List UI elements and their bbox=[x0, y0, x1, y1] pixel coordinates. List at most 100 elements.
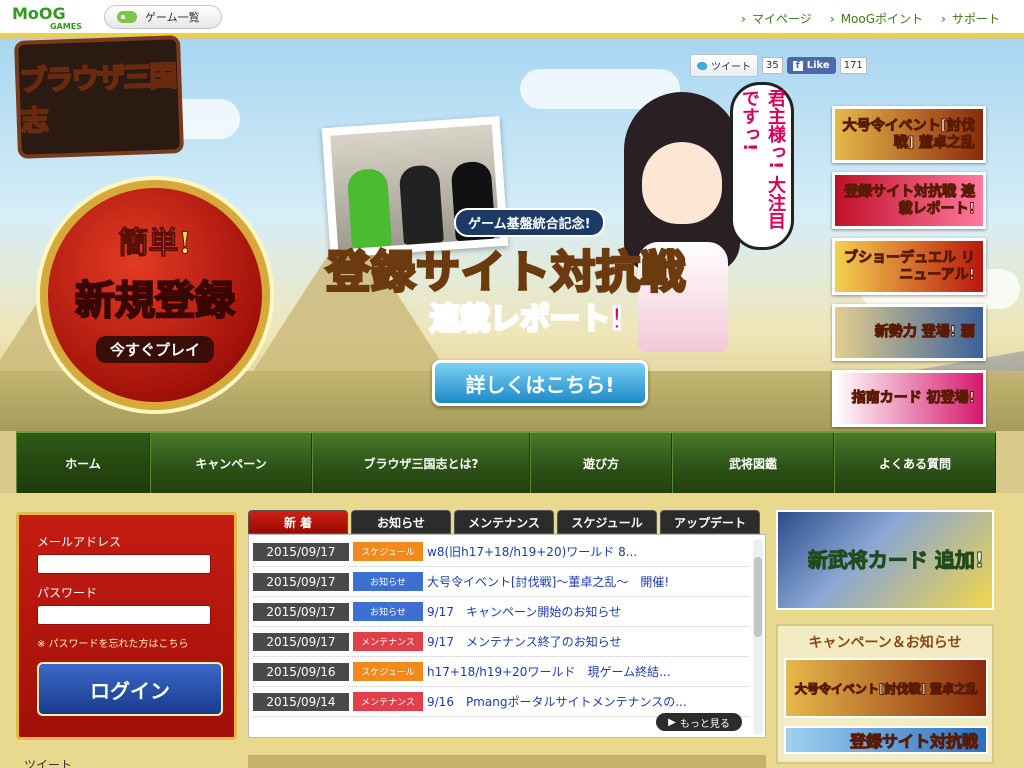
twitter-bird-icon bbox=[697, 61, 707, 70]
tab-update[interactable]: アップデート bbox=[660, 510, 760, 534]
banner-text: 登録サイト対抗戦 連載レポート! bbox=[844, 183, 976, 217]
news-category: メンテナンス bbox=[353, 692, 423, 711]
news-list: 2015/09/17 スケジュール w8(旧h17+18/h19+20)ワールド… bbox=[248, 534, 766, 738]
password-label: パスワード bbox=[37, 586, 98, 600]
facebook-like-button[interactable]: f Like bbox=[786, 57, 836, 74]
person bbox=[398, 164, 444, 245]
news-title[interactable]: 9/17 キャンペーン開始のお知らせ bbox=[427, 603, 747, 620]
moog-logo[interactable]: MoOG GAMES bbox=[12, 4, 86, 32]
mypage-link[interactable]: › マイページ bbox=[741, 10, 812, 27]
news-row[interactable]: 2015/09/17 お知らせ 大号令イベント[討伐戦]〜董卓之乱〜 開催! bbox=[253, 567, 749, 597]
news-row[interactable]: 2015/09/17 メンテナンス 9/17 メンテナンス終了のお知らせ bbox=[253, 627, 749, 657]
gamepad-icon bbox=[117, 11, 137, 23]
news-title[interactable]: w8(旧h17+18/h19+20)ワールド 8... bbox=[427, 543, 747, 560]
news-date: 2015/09/17 bbox=[253, 602, 349, 621]
banner-guide-card[interactable]: 指南カード 初登場! bbox=[832, 370, 986, 427]
campaign-banner-dongzhuo[interactable]: 大号令イベント[討伐戦] 董卓之乱 bbox=[784, 658, 988, 718]
support-link[interactable]: › サポート bbox=[941, 10, 1000, 27]
tweet-count: 35 bbox=[762, 57, 783, 74]
tab-schedule[interactable]: スケジュール bbox=[557, 510, 657, 534]
news-title[interactable]: 大号令イベント[討伐戦]〜董卓之乱〜 開催! bbox=[427, 573, 747, 590]
nav-how-to-play[interactable]: 遊び方 bbox=[530, 433, 672, 493]
banner-text: ブショーデュエル リニューアル! bbox=[844, 249, 976, 283]
news-panel: 新 着 お知らせ メンテナンス スケジュール アップデート 2015/09/17… bbox=[248, 510, 766, 738]
banner-new-faction[interactable]: 新勢力 登場! 覇 bbox=[832, 304, 986, 361]
moog-point-label: MooGポイント bbox=[840, 12, 924, 26]
game-title-logo[interactable]: ブラウザ三国志 bbox=[13, 35, 185, 159]
top-bar: MoOG GAMES ゲーム一覧 › マイページ › MooGポイント › サポート bbox=[0, 0, 1024, 36]
news-date: 2015/09/17 bbox=[253, 542, 349, 561]
news-title[interactable]: 9/16 Pmangポータルサイトメンテナンスの... bbox=[427, 693, 747, 710]
email-field[interactable] bbox=[37, 554, 211, 574]
login-panel: メールアドレス パスワード ※ パスワードを忘れた方はこちら ログイン bbox=[16, 512, 237, 740]
character-face bbox=[642, 142, 722, 224]
moog-point-link[interactable]: › MooGポイント bbox=[830, 10, 923, 27]
moog-logo-sub: GAMES bbox=[50, 22, 82, 31]
login-button[interactable]: ログイン bbox=[37, 662, 223, 716]
tab-notice[interactable]: お知らせ bbox=[351, 510, 451, 534]
news-tabs: 新 着 お知らせ メンテナンス スケジュール アップデート bbox=[248, 510, 766, 534]
news-title[interactable]: 9/17 メンテナンス終了のお知らせ bbox=[427, 633, 747, 650]
banner-dongzhuo-event[interactable]: 大号令イベント[討伐戦] 董卓之乱 bbox=[832, 106, 986, 163]
mypage-label: マイページ bbox=[751, 12, 812, 26]
moog-logo-text: MoOG bbox=[12, 4, 66, 23]
news-row[interactable]: 2015/09/17 お知らせ 9/17 キャンペーン開始のお知らせ bbox=[253, 597, 749, 627]
nav-faq[interactable]: よくある質問 bbox=[834, 433, 996, 493]
new-general-card-banner[interactable]: 新武将カード 追加! bbox=[776, 510, 994, 610]
news-category: スケジュール bbox=[353, 662, 423, 681]
banner-text: 指南カード 初登場! bbox=[851, 390, 975, 407]
banner-busho-duel[interactable]: ブショーデュエル リニューアル! bbox=[832, 238, 986, 295]
game-title-text: ブラウザ三国志 bbox=[18, 58, 177, 138]
support-label: サポート bbox=[951, 12, 1000, 26]
news-scrollbar-thumb[interactable] bbox=[754, 557, 762, 637]
facebook-icon: f bbox=[792, 60, 803, 71]
like-label: Like bbox=[806, 60, 830, 71]
campaign-notice-box: キャンペーン＆お知らせ 大号令イベント[討伐戦] 董卓之乱 登録サイト対抗戦 bbox=[776, 624, 994, 764]
news-category: お知らせ bbox=[353, 572, 423, 591]
banner-text: 新勢力 登場! 覇 bbox=[874, 324, 975, 341]
speech-bubble: 君主様っ! 大注目ですっ! bbox=[730, 82, 794, 250]
like-count: 171 bbox=[839, 57, 867, 74]
news-date: 2015/09/14 bbox=[253, 692, 349, 711]
news-row[interactable]: 2015/09/17 スケジュール w8(旧h17+18/h19+20)ワールド… bbox=[253, 537, 749, 567]
register-easy-text: 簡単! bbox=[118, 225, 192, 261]
chevron-right-icon: › bbox=[941, 11, 946, 26]
more-button[interactable]: ▶ もっと見る bbox=[656, 713, 742, 731]
campaign-subtitle: 連載レポート! bbox=[429, 301, 626, 339]
game-list-button[interactable]: ゲーム一覧 bbox=[104, 5, 222, 29]
password-field[interactable] bbox=[37, 605, 211, 625]
banner-text: 登録サイト対抗戦 bbox=[849, 732, 978, 752]
nav-campaign[interactable]: キャンペーン bbox=[150, 433, 312, 493]
play-now-text: 今すぐプレイ bbox=[95, 335, 214, 363]
campaign-notice-heading: キャンペーン＆お知らせ bbox=[808, 635, 962, 651]
tab-maintenance[interactable]: メンテナンス bbox=[454, 510, 554, 534]
lower-banner-strip bbox=[248, 755, 766, 768]
campaign-banner-registration[interactable]: 登録サイト対抗戦 bbox=[784, 726, 988, 754]
tweet-button[interactable]: ツイート bbox=[690, 54, 758, 77]
nav-about[interactable]: ブラウザ三国志とは? bbox=[312, 433, 530, 493]
top-links: › マイページ › MooGポイント › サポート bbox=[741, 10, 1000, 27]
news-category: お知らせ bbox=[353, 602, 423, 621]
side-banners: 大号令イベント[討伐戦] 董卓之乱 登録サイト対抗戦 連載レポート! ブショーデ… bbox=[832, 106, 986, 427]
banner-text: 大号令イベント[討伐戦] 董卓之乱 bbox=[794, 681, 978, 696]
play-arrow-icon: ▶ bbox=[668, 716, 676, 728]
register-button[interactable]: 簡単! 新規登録 今すぐプレイ bbox=[40, 180, 270, 410]
news-category: スケジュール bbox=[353, 542, 423, 561]
banner-registration-battle[interactable]: 登録サイト対抗戦 連載レポート! bbox=[832, 172, 986, 229]
news-category: メンテナンス bbox=[353, 632, 423, 651]
tweet-label: ツイート bbox=[711, 62, 751, 73]
forgot-password-link[interactable]: ※ パスワードを忘れた方はこちら bbox=[37, 635, 216, 650]
news-row[interactable]: 2015/09/16 スケジュール h17+18/h19+20ワールド 現ゲーム… bbox=[253, 657, 749, 687]
nav-home[interactable]: ホーム bbox=[16, 433, 150, 493]
details-button[interactable]: 詳しくはこちら! bbox=[432, 360, 648, 406]
chevron-right-icon: › bbox=[829, 11, 835, 26]
email-label: メールアドレス bbox=[37, 535, 122, 549]
game-list-label: ゲーム一覧 bbox=[145, 11, 200, 24]
news-title[interactable]: h17+18/h19+20ワールド 現ゲーム終結... bbox=[427, 663, 747, 680]
right-column: 新武将カード 追加! キャンペーン＆お知らせ 大号令イベント[討伐戦] 董卓之乱… bbox=[776, 510, 996, 764]
nav-general-encyclopedia[interactable]: 武将図鑑 bbox=[672, 433, 834, 493]
tab-new[interactable]: 新 着 bbox=[248, 510, 348, 534]
main-nav: ホーム キャンペーン ブラウザ三国志とは? 遊び方 武将図鑑 よくある質問 bbox=[16, 431, 996, 493]
campaign-label: ゲーム基盤統合記念! bbox=[454, 208, 605, 237]
campaign-title: 登録サイト対抗戦 bbox=[325, 246, 687, 300]
